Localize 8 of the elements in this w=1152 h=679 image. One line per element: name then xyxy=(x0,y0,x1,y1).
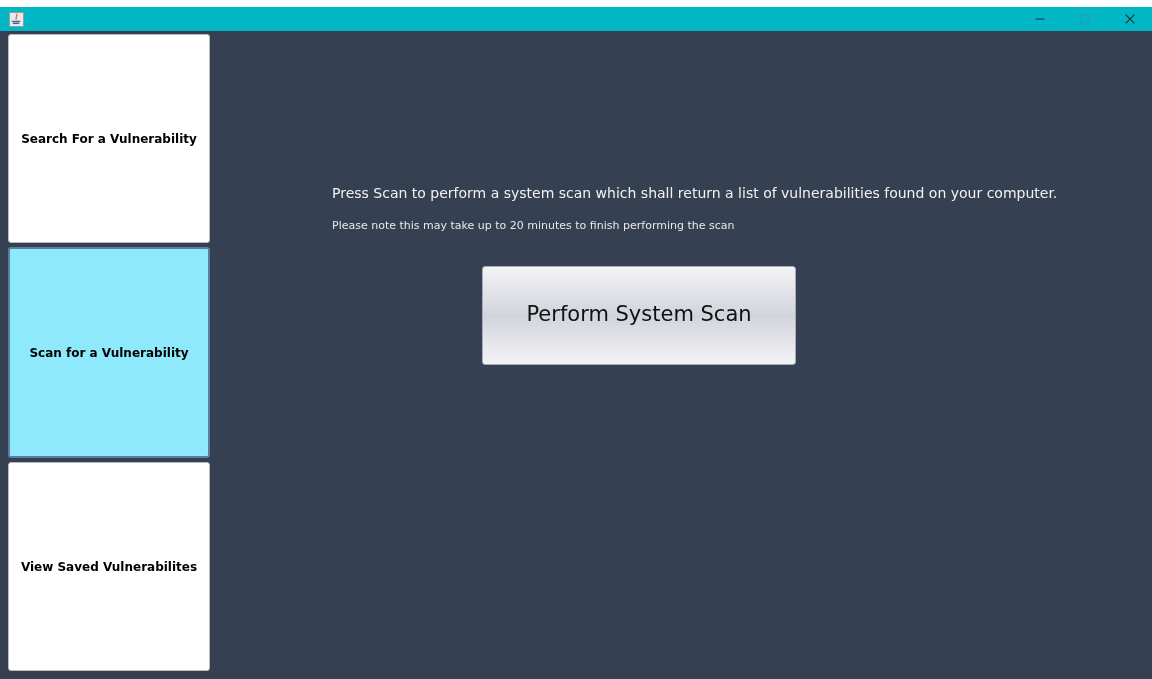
app-icon xyxy=(9,11,24,27)
sidebar-item[interactable]: Search For a Vulnerability xyxy=(8,34,210,243)
sidebar-item[interactable]: Scan for a Vulnerability xyxy=(8,247,210,458)
scan-button[interactable]: Perform System Scan xyxy=(482,265,796,365)
sidebar-item[interactable]: View Saved Vulnerabilites xyxy=(8,462,210,671)
instruction-text: Press Scan to perform a system scan which shall return a list of vulnerabilities found on your computer. xyxy=(332,184,1059,203)
note-text: Please note this may take up to 20 minutes to finish performing the scan xyxy=(332,218,736,234)
maximize-icon xyxy=(1077,12,1092,26)
